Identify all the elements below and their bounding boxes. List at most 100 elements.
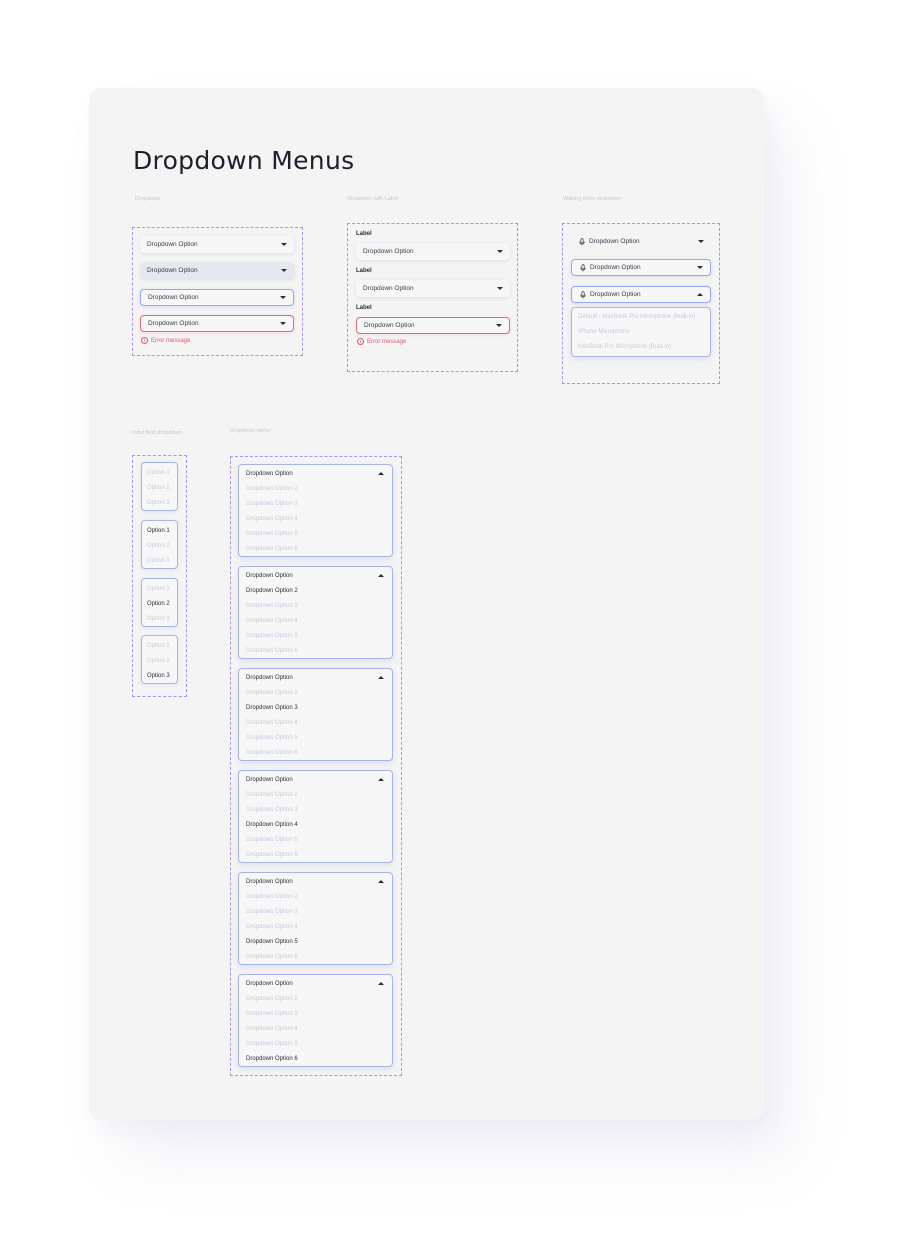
dropdown-menu-header[interactable]: Dropdown Option	[239, 771, 392, 788]
menu-option[interactable]: Dropdown Option 5	[239, 833, 392, 848]
dropdown-value: Dropdown Option	[590, 264, 641, 271]
menu-option[interactable]: Dropdown Option 2	[239, 788, 392, 803]
caret-down-icon	[280, 322, 286, 325]
menu-option[interactable]: Dropdown Option 3	[239, 497, 392, 512]
error-circle-icon: !	[357, 338, 364, 345]
menu-option[interactable]: Dropdown Option 3	[239, 1007, 392, 1022]
menu-option[interactable]: Dropdown Option 5	[239, 527, 392, 542]
option-item[interactable]: Option 1	[142, 466, 177, 481]
dropdown-value: Dropdown Option	[246, 776, 293, 783]
dropdown-value: Dropdown Option	[589, 238, 640, 245]
mic-dropdown-focused[interactable]: Dropdown Option	[571, 259, 711, 276]
menu-option[interactable]: Dropdown Option 4	[239, 512, 392, 527]
option-item[interactable]: Option 3	[142, 612, 177, 627]
dropdown-error[interactable]: Dropdown Option	[140, 315, 294, 332]
mic-option[interactable]: iPhone Microphone	[572, 325, 710, 340]
dropdown-menu[interactable]: Dropdown Option Dropdown Option 2 Dropdown…	[238, 974, 393, 1067]
menu-option[interactable]: Dropdown Option 3	[239, 803, 392, 818]
mic-options-menu: Default - MacBook Pro Microphone (Built-…	[571, 307, 711, 357]
option-item[interactable]: Option 2	[142, 539, 177, 554]
labeled-dropdown-hover[interactable]: Dropdown Option	[356, 280, 510, 297]
option-item[interactable]: Option 2	[142, 654, 177, 669]
dropdown-value: Dropdown Option	[147, 241, 198, 248]
menu-option[interactable]: Dropdown Option 6	[239, 1052, 392, 1067]
microphone-icon	[580, 290, 586, 298]
menu-option[interactable]: Dropdown Option 6	[239, 950, 392, 965]
caret-up-icon	[378, 472, 384, 475]
menu-option[interactable]: Dropdown Option 2	[239, 584, 392, 599]
option-item[interactable]: Option 3	[142, 669, 177, 684]
menu-option[interactable]: Dropdown Option 2	[239, 890, 392, 905]
menu-option[interactable]: Dropdown Option 6	[239, 542, 392, 557]
error-message: ! Error message	[357, 338, 406, 345]
mic-dropdown-open[interactable]: Dropdown Option	[571, 286, 711, 303]
caret-down-icon	[496, 324, 502, 327]
menu-option[interactable]: Dropdown Option 3	[239, 905, 392, 920]
dropdown-default[interactable]: Dropdown Option	[140, 236, 294, 253]
menu-option[interactable]: Dropdown Option 4	[239, 614, 392, 629]
input-field-dropdown[interactable]: Option 1 Option 2 Option 3	[141, 635, 178, 684]
mic-dropdown-default[interactable]: Dropdown Option	[571, 233, 711, 250]
menu-option[interactable]: Dropdown Option 5	[239, 1037, 392, 1052]
input-field-dropdown[interactable]: Option 1 Option 2 Option 3	[141, 578, 178, 627]
caret-down-icon	[497, 250, 503, 253]
menu-option[interactable]: Dropdown Option 6	[239, 644, 392, 659]
labeled-dropdown-default[interactable]: Dropdown Option	[356, 243, 510, 260]
dropdown-menu-header[interactable]: Dropdown Option	[239, 465, 392, 482]
option-item[interactable]: Option 2	[142, 481, 177, 496]
menu-option[interactable]: Dropdown Option 4	[239, 818, 392, 833]
section-label-dropdown: Dropdown	[135, 196, 161, 202]
menu-option[interactable]: Dropdown Option 6	[239, 848, 392, 863]
dropdown-hover[interactable]: Dropdown Option	[140, 262, 294, 279]
dropdown-menu-header[interactable]: Dropdown Option	[239, 873, 392, 890]
menu-option[interactable]: Dropdown Option 4	[239, 920, 392, 935]
dropdown-menu[interactable]: Dropdown Option Dropdown Option 2 Dropdown…	[238, 668, 393, 761]
menu-option[interactable]: Dropdown Option 2	[239, 482, 392, 497]
mic-option[interactable]: MacBook Pro Microphone (Built-in)	[572, 340, 710, 355]
caret-up-icon	[378, 982, 384, 985]
option-item[interactable]: Option 1	[142, 639, 177, 654]
dropdown-menu[interactable]: Dropdown Option Dropdown Option 2 Dropdown…	[238, 872, 393, 965]
dropdown-value: Dropdown Option	[363, 285, 414, 292]
menu-option[interactable]: Dropdown Option 6	[239, 746, 392, 761]
error-text: Error message	[367, 338, 407, 345]
menu-option[interactable]: Dropdown Option 2	[239, 992, 392, 1007]
input-field-dropdown[interactable]: Option 1 Option 2 Option 3	[141, 520, 178, 569]
error-message: ! Error message	[141, 337, 190, 344]
dropdown-focused[interactable]: Dropdown Option	[140, 289, 294, 306]
dropdown-value: Dropdown Option	[148, 294, 199, 301]
caret-up-icon	[378, 676, 384, 679]
dropdown-value: Dropdown Option	[147, 267, 198, 274]
menu-option[interactable]: Dropdown Option 3	[239, 599, 392, 614]
option-item[interactable]: Option 1	[142, 582, 177, 597]
dropdown-value: Dropdown Option	[246, 878, 293, 885]
mic-option[interactable]: Default - MacBook Pro Microphone (Built-…	[572, 310, 710, 325]
section-label-waiting-room: Waiting room dropdown	[563, 196, 621, 202]
menu-option[interactable]: Dropdown Option 4	[239, 1022, 392, 1037]
field-label: Label	[356, 231, 372, 237]
dropdown-menu[interactable]: Dropdown Option Dropdown Option 2 Dropdown…	[238, 566, 393, 659]
section-label-input-field: Input field dropdown	[132, 430, 182, 436]
input-field-dropdown[interactable]: Option 1 Option 2 Option 3	[141, 462, 178, 511]
dropdown-menu-header[interactable]: Dropdown Option	[239, 567, 392, 584]
option-item[interactable]: Option 3	[142, 496, 177, 511]
field-label: Label	[356, 268, 372, 274]
option-item[interactable]: Option 3	[142, 554, 177, 569]
page-title: Dropdown Menus	[133, 146, 355, 175]
dropdown-menu[interactable]: Dropdown Option Dropdown Option 2 Dropdown…	[238, 464, 393, 557]
dropdown-menu[interactable]: Dropdown Option Dropdown Option 2 Dropdown…	[238, 770, 393, 863]
dropdown-menu-header[interactable]: Dropdown Option	[239, 975, 392, 992]
caret-down-icon	[698, 240, 704, 243]
menu-option[interactable]: Dropdown Option 2	[239, 686, 392, 701]
labeled-dropdown-error[interactable]: Dropdown Option	[356, 317, 510, 334]
menu-option[interactable]: Dropdown Option 5	[239, 935, 392, 950]
option-item[interactable]: Option 1	[142, 524, 177, 539]
menu-option[interactable]: Dropdown Option 4	[239, 716, 392, 731]
menu-option[interactable]: Dropdown Option 3	[239, 701, 392, 716]
menu-option[interactable]: Dropdown Option 5	[239, 731, 392, 746]
option-item[interactable]: Option 2	[142, 597, 177, 612]
menu-option[interactable]: Dropdown Option 5	[239, 629, 392, 644]
caret-down-icon	[697, 266, 703, 269]
dropdown-menu-header[interactable]: Dropdown Option	[239, 669, 392, 686]
field-label: Label	[356, 305, 372, 311]
